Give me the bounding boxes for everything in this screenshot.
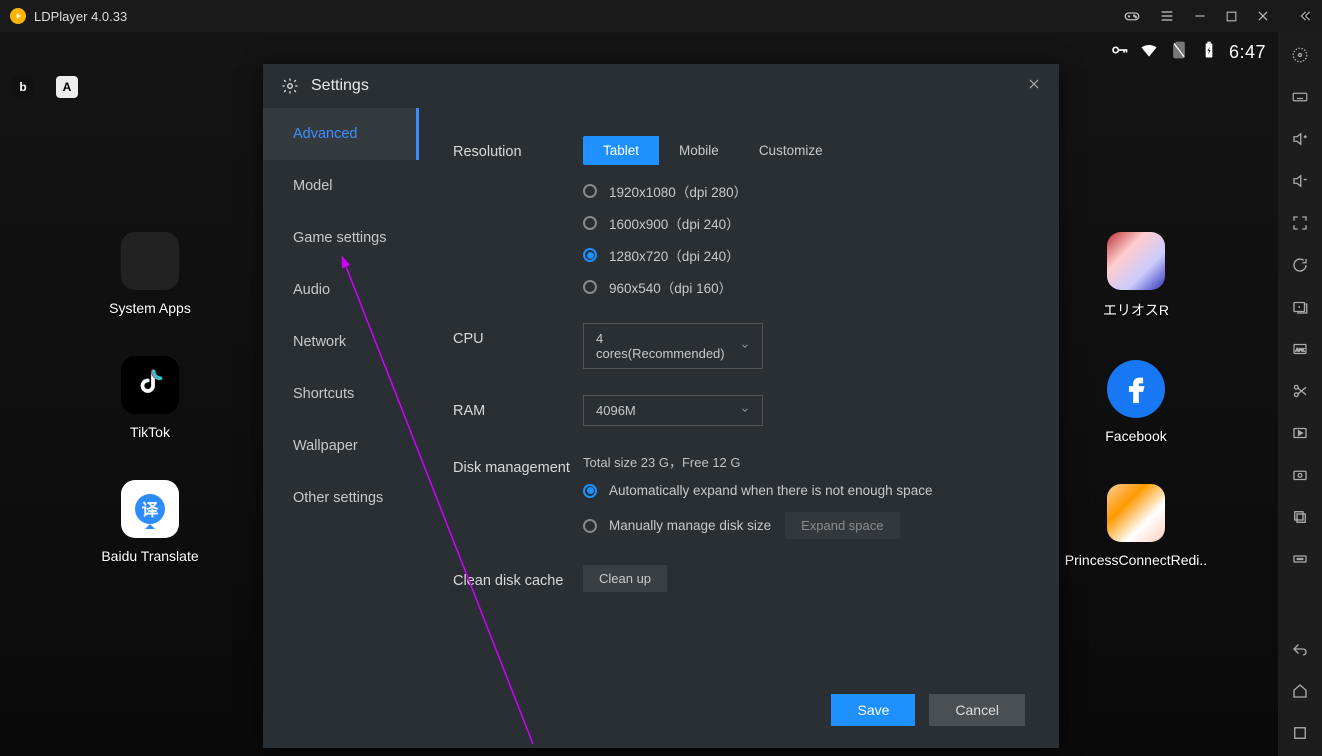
more-icon[interactable]: [1291, 550, 1309, 568]
keyboard-icon[interactable]: [1291, 88, 1309, 106]
facebook-icon: [1107, 360, 1165, 418]
cancel-button[interactable]: Cancel: [929, 694, 1025, 726]
vpn-key-icon: [1109, 40, 1129, 65]
game-controller-icon[interactable]: [1123, 7, 1141, 25]
top-taskbar-icons: b A: [12, 76, 78, 98]
emulator-screen: b A 6:47 System Apps TikTok 译: [0, 32, 1278, 756]
baidu-translate-icon: 译: [121, 480, 179, 538]
save-button[interactable]: Save: [831, 694, 915, 726]
ram-select[interactable]: 4096M: [583, 395, 763, 426]
copy-icon[interactable]: [1291, 508, 1309, 526]
chevron-down-icon: [740, 339, 750, 354]
tab-mobile[interactable]: Mobile: [659, 136, 739, 165]
nav-network[interactable]: Network: [263, 316, 419, 368]
app-system-apps[interactable]: System Apps: [80, 232, 220, 316]
settings-dialog: Settings Advanced Model Game settings Au…: [263, 64, 1059, 748]
clock-text: 6:47: [1229, 42, 1266, 63]
sidebar-settings-icon[interactable]: [1291, 46, 1309, 64]
resolution-option-1920[interactable]: 1920x1080（dpi 280）: [583, 181, 1025, 201]
fullscreen-icon[interactable]: [1291, 214, 1309, 232]
window-title: LDPlayer 4.0.33: [34, 9, 1123, 24]
dialog-header: Settings: [263, 64, 1059, 108]
resolution-option-960[interactable]: 960x540（dpi 160）: [583, 277, 1025, 297]
home-icon[interactable]: [1291, 682, 1309, 700]
nav-wallpaper[interactable]: Wallpaper: [263, 420, 419, 472]
app-label: エリオスR: [1103, 300, 1169, 320]
disk-auto-radio[interactable]: Automatically expand when there is not e…: [583, 483, 1025, 498]
nav-game-settings[interactable]: Game settings: [263, 212, 419, 264]
dialog-title: Settings: [311, 77, 369, 95]
menu-icon[interactable]: [1159, 8, 1175, 24]
minimize-button[interactable]: [1193, 9, 1207, 23]
svg-text:译: 译: [142, 501, 159, 520]
nav-audio[interactable]: Audio: [263, 264, 419, 316]
collapse-sidebar-icon[interactable]: [1298, 9, 1312, 23]
recents-icon[interactable]: [1291, 724, 1309, 742]
app-label: Facebook: [1105, 428, 1166, 444]
tab-tablet[interactable]: Tablet: [583, 136, 659, 165]
app-shortcut-a[interactable]: A: [56, 76, 78, 98]
sync-icon[interactable]: [1291, 256, 1309, 274]
resolution-mode-segment: Tablet Mobile Customize: [583, 136, 843, 165]
expand-space-button[interactable]: Expand space: [785, 512, 899, 539]
apk-icon[interactable]: APK: [1291, 340, 1309, 358]
app-shortcut-b[interactable]: b: [12, 76, 34, 98]
nav-model[interactable]: Model: [263, 160, 419, 212]
clean-up-button[interactable]: Clean up: [583, 565, 667, 592]
close-icon[interactable]: [1027, 77, 1041, 96]
wifi-icon: [1139, 40, 1159, 65]
nav-other-settings[interactable]: Other settings: [263, 472, 419, 524]
app-facebook[interactable]: Facebook: [1066, 360, 1206, 444]
ldplayer-logo: [10, 8, 26, 24]
maximize-button[interactable]: [1225, 10, 1238, 23]
settings-content: Resolution Tablet Mobile Customize 1920x…: [419, 108, 1059, 748]
system-apps-icon: [121, 232, 179, 290]
scissors-icon[interactable]: [1291, 382, 1309, 400]
app-elios[interactable]: エリオスR: [1066, 232, 1206, 320]
svg-text:APK: APK: [1295, 347, 1304, 352]
multi-instance-icon[interactable]: [1291, 298, 1309, 316]
cpu-label: CPU: [453, 323, 583, 369]
resolution-option-1600[interactable]: 1600x900（dpi 240）: [583, 213, 1025, 233]
sim-icon: [1169, 40, 1189, 65]
app-label: TikTok: [130, 424, 170, 440]
resolution-option-1280[interactable]: 1280x720（dpi 240）: [583, 245, 1025, 265]
app-princess-connect[interactable]: PrincessConnectRedi..: [1066, 484, 1206, 568]
ram-label: RAM: [453, 395, 583, 426]
record-icon[interactable]: [1291, 424, 1309, 442]
tiktok-icon: [121, 356, 179, 414]
elios-icon: [1107, 232, 1165, 290]
nav-shortcuts[interactable]: Shortcuts: [263, 368, 419, 420]
chevron-down-icon: [740, 403, 750, 418]
battery-icon: [1199, 40, 1219, 65]
ldplayer-sidebar: APK: [1278, 32, 1322, 756]
app-label: PrincessConnectRedi..: [1065, 552, 1207, 568]
app-label: System Apps: [109, 300, 191, 316]
close-button[interactable]: [1256, 9, 1270, 23]
android-status-bar: 6:47: [1109, 40, 1266, 65]
titlebar: LDPlayer 4.0.33: [0, 0, 1322, 32]
volume-up-icon[interactable]: [1291, 130, 1309, 148]
app-tiktok[interactable]: TikTok: [80, 356, 220, 440]
disk-manual-radio[interactable]: Manually manage disk size: [583, 518, 771, 533]
nav-advanced[interactable]: Advanced: [263, 108, 419, 160]
princess-connect-icon: [1107, 484, 1165, 542]
disk-info-text: Total size 23 G，Free 12 G: [583, 452, 1025, 471]
back-icon[interactable]: [1291, 640, 1309, 658]
cpu-select[interactable]: 4 cores(Recommended): [583, 323, 763, 369]
tab-customize[interactable]: Customize: [739, 136, 843, 165]
screenshot-icon[interactable]: [1291, 466, 1309, 484]
clean-label: Clean disk cache: [453, 565, 583, 593]
app-label: Baidu Translate: [101, 548, 198, 564]
settings-nav: Advanced Model Game settings Audio Netwo…: [263, 108, 419, 748]
gear-icon: [281, 77, 299, 95]
resolution-label: Resolution: [453, 136, 583, 297]
volume-down-icon[interactable]: [1291, 172, 1309, 190]
disk-label: Disk management: [453, 452, 583, 539]
app-baidu-translate[interactable]: 译 Baidu Translate: [80, 480, 220, 564]
